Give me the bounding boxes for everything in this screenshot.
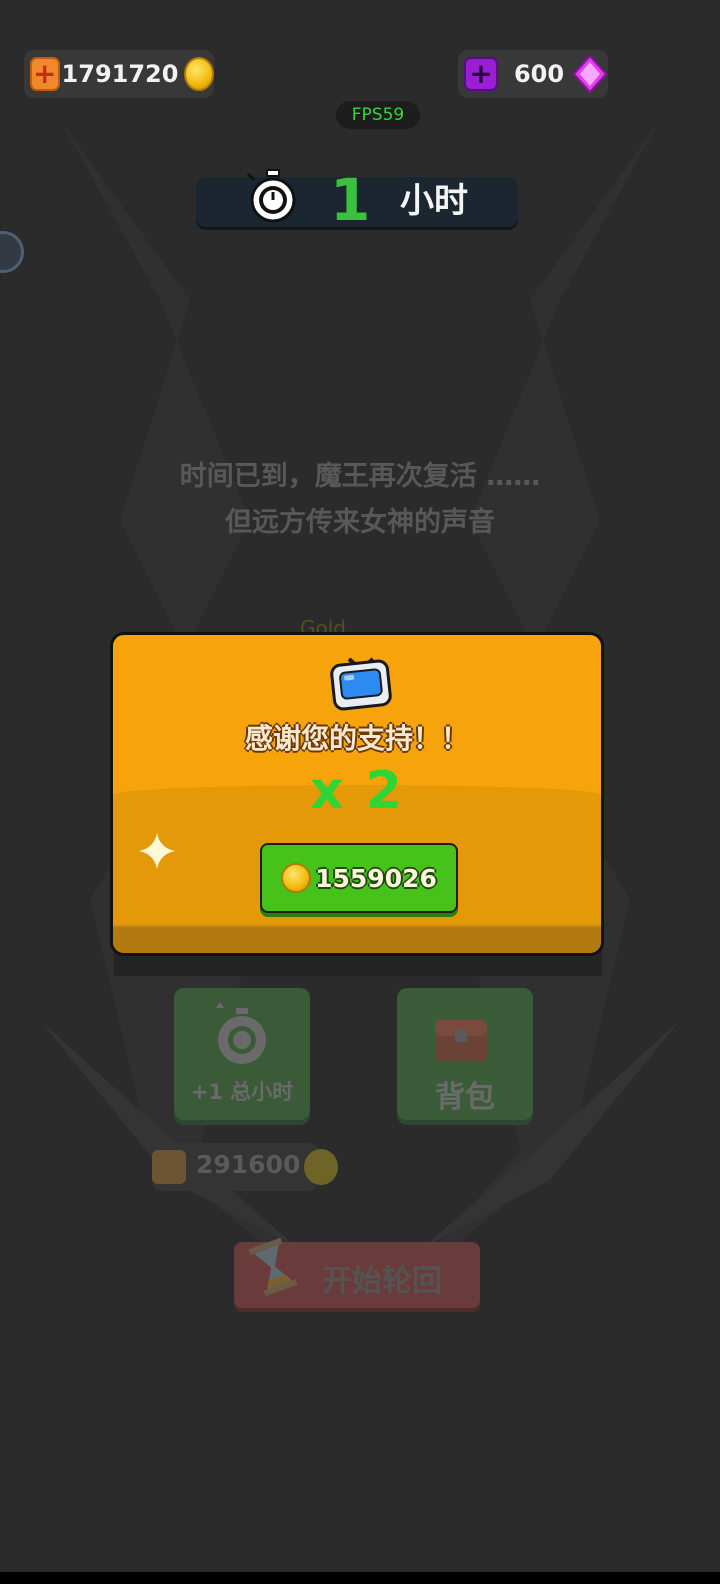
add-gold-button[interactable]: +: [30, 57, 60, 91]
reward-multiplier: x 2: [310, 761, 404, 821]
bottom-bar: [0, 1572, 720, 1584]
add-hour-button[interactable]: +1 总小时: [174, 988, 310, 1120]
gem-icon: [572, 54, 608, 94]
story-line-1: 时间已到，魔王再次复活 ……: [179, 461, 541, 492]
tv-ad-icon: [330, 657, 392, 711]
backpack-button[interactable]: 背包: [397, 988, 533, 1120]
add-hour-label: +1 总小时: [190, 1080, 294, 1104]
gold-currency-pill: + 1791720: [24, 50, 214, 98]
gold-coin-icon: [304, 1149, 338, 1185]
gold-coin-icon: [281, 863, 312, 893]
cost-amount: 291600: [196, 1150, 301, 1179]
dialog-bottom-edge: [113, 925, 601, 953]
sparkle-icon: [139, 833, 175, 869]
backpack-label: 背包: [435, 1080, 495, 1115]
timer-unit: 小时: [400, 181, 468, 221]
gold-coin-icon: [184, 57, 214, 91]
reward-amount: 1559026: [315, 863, 437, 893]
timer-value: 1: [330, 166, 371, 234]
stopwatch-icon: [246, 169, 296, 223]
add-gem-button[interactable]: +: [464, 57, 498, 91]
thanks-message: 感谢您的支持！！: [244, 722, 469, 755]
hourglass-icon: [248, 1238, 298, 1296]
backpack-icon: [435, 1020, 487, 1062]
add-cost-button[interactable]: [152, 1150, 186, 1184]
fps-counter: FPS59: [336, 101, 420, 129]
gold-amount: 1791720: [61, 60, 179, 88]
claim-reward-button[interactable]: 1559026: [260, 843, 458, 913]
start-rebirth-label: 开始轮回: [322, 1264, 442, 1299]
reward-dialog: 感谢您的支持！！ x 2 1559026: [110, 632, 604, 956]
stopwatch-icon: [216, 1002, 266, 1064]
gem-amount: 600: [513, 60, 565, 88]
gem-currency-pill: + 600: [458, 50, 608, 98]
story-line-2: 但远方传来女神的声音: [225, 507, 495, 538]
